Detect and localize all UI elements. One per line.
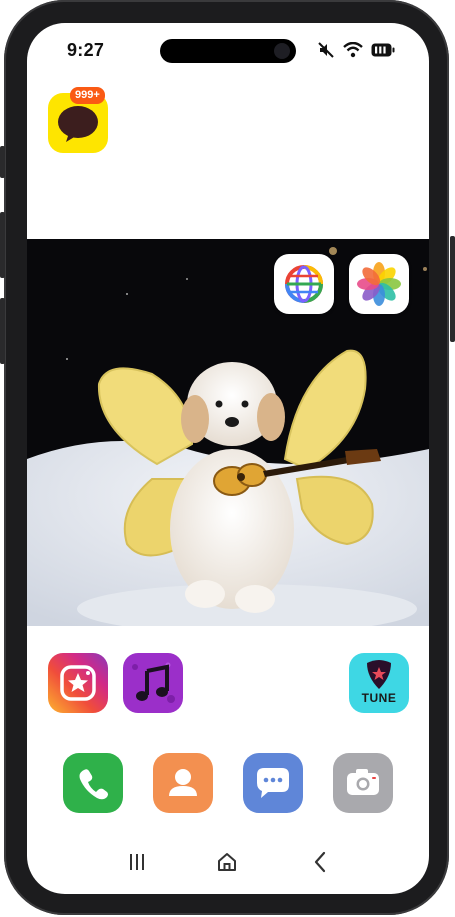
notification-badge: 999+ xyxy=(70,87,105,104)
recents-icon xyxy=(130,854,144,870)
back-icon xyxy=(314,851,326,873)
music-note-icon xyxy=(132,662,175,703)
contacts-app[interactable] xyxy=(153,753,213,813)
tune-app[interactable]: TUNE xyxy=(349,653,409,713)
back-button[interactable] xyxy=(305,849,335,875)
status-icons xyxy=(317,41,395,59)
browser-app[interactable] xyxy=(274,254,334,314)
wifi-icon xyxy=(343,42,363,58)
globe-icon xyxy=(285,265,323,303)
battery-icon xyxy=(371,43,395,57)
messages-app[interactable] xyxy=(243,753,303,813)
status-time: 9:27 xyxy=(67,40,105,60)
guitar-pick-icon xyxy=(367,660,391,689)
camera-icon xyxy=(347,769,379,795)
phone-app[interactable] xyxy=(63,753,123,813)
side-button-volume-up[interactable] xyxy=(0,212,5,278)
home-screen: 9:27 999+ TUNE xyxy=(27,23,429,894)
person-icon xyxy=(169,769,197,796)
navigation-bar xyxy=(27,843,429,879)
photos-app[interactable] xyxy=(349,254,409,314)
side-button-volume-down[interactable] xyxy=(0,298,5,364)
recents-button[interactable] xyxy=(122,849,152,875)
front-camera xyxy=(274,43,290,59)
message-bubble-icon xyxy=(257,768,289,798)
music-app[interactable] xyxy=(123,653,183,713)
side-button-power[interactable] xyxy=(450,236,455,342)
mute-icon xyxy=(318,42,334,58)
home-button[interactable] xyxy=(212,849,242,875)
side-button-action[interactable] xyxy=(0,146,5,178)
star-camera-icon xyxy=(60,665,96,701)
home-icon xyxy=(218,853,236,871)
dynamic-island xyxy=(160,39,296,63)
phone-icon xyxy=(79,769,108,800)
camera-app[interactable] xyxy=(333,753,393,813)
pinwheel-icon xyxy=(357,262,401,306)
tune-label: TUNE xyxy=(361,691,397,705)
instagram-app[interactable] xyxy=(48,653,108,713)
